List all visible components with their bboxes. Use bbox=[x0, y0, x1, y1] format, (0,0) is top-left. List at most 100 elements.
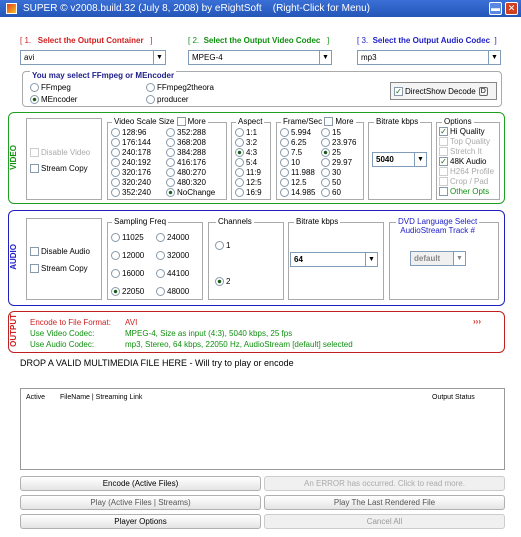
audio-stream-copy-checkbox[interactable]: Stream Copy bbox=[30, 264, 88, 274]
radio-icon bbox=[166, 158, 175, 168]
more-checkbox[interactable] bbox=[176, 117, 186, 127]
radio-option[interactable]: 24000 bbox=[156, 229, 189, 247]
audio-codec-select[interactable]: mp3 ▼ bbox=[357, 50, 501, 65]
producer-radio[interactable]: producer bbox=[146, 95, 189, 105]
cancel-all-button[interactable]: Cancel All bbox=[264, 514, 505, 529]
video-bitrate-select[interactable]: 5040 ▼ bbox=[372, 152, 427, 167]
error-button[interactable]: An ERROR has occurred. Click to read mor… bbox=[264, 476, 505, 491]
radio-option[interactable]: 48000 bbox=[156, 283, 189, 301]
option-checkbox[interactable]: Hi Quality bbox=[439, 127, 494, 137]
radio-option[interactable]: 11.988 bbox=[280, 168, 315, 178]
radio-option[interactable]: 16:9 bbox=[235, 188, 262, 198]
radio-option[interactable]: 25 bbox=[321, 148, 356, 158]
radio-option[interactable]: NoChange bbox=[166, 188, 215, 198]
radio-label: 12.5 bbox=[291, 178, 307, 187]
ffmpeg2theora-radio[interactable]: FFmpeg2theora bbox=[146, 83, 214, 93]
output-key: Use Video Codec: bbox=[30, 329, 95, 338]
container-select[interactable]: avi ▼ bbox=[20, 50, 166, 65]
disable-video-checkbox[interactable]: Disable Video bbox=[30, 148, 90, 158]
radio-option[interactable]: 12000 bbox=[111, 247, 144, 265]
radio-option[interactable]: 416:176 bbox=[166, 158, 215, 168]
encode-button[interactable]: Encode (Active Files) bbox=[20, 476, 261, 491]
radio-option[interactable]: 29.97 bbox=[321, 158, 356, 168]
radio-option[interactable]: 10 bbox=[280, 158, 315, 168]
radio-label: 320:240 bbox=[122, 178, 151, 187]
aspect-label: Aspect bbox=[236, 117, 265, 126]
option-checkbox[interactable]: H264 Profile bbox=[439, 167, 494, 177]
radio-icon bbox=[280, 188, 289, 198]
radio-icon bbox=[156, 233, 165, 243]
radio-option[interactable]: 30 bbox=[321, 168, 356, 178]
radio-option[interactable]: 5:4 bbox=[235, 158, 262, 168]
channel-2-radio[interactable]: 2 bbox=[215, 277, 230, 287]
radio-label: 11:9 bbox=[246, 168, 261, 177]
radio-option[interactable]: 11025 bbox=[111, 229, 144, 247]
option-checkbox[interactable]: Other Opts bbox=[439, 187, 494, 197]
radio-option[interactable]: 240:192 bbox=[111, 158, 151, 168]
radio-option[interactable]: 3:2 bbox=[235, 138, 262, 148]
radio-option[interactable]: 15 bbox=[321, 128, 356, 138]
channel-1-radio[interactable]: 1 bbox=[215, 241, 230, 251]
radio-option[interactable]: 320:176 bbox=[111, 168, 151, 178]
radio-option[interactable]: 1:1 bbox=[235, 128, 262, 138]
audio-stream-select[interactable]: default ▼ bbox=[410, 251, 466, 266]
video-codec-select[interactable]: MPEG-4 ▼ bbox=[188, 50, 332, 65]
radio-icon bbox=[166, 148, 175, 158]
radio-option[interactable]: 23.976 bbox=[321, 138, 356, 148]
play-last-button[interactable]: Play The Last Rendered File bbox=[264, 495, 505, 510]
audio-side-label: AUDIO bbox=[9, 244, 18, 270]
player-options-button[interactable]: Player Options bbox=[20, 514, 261, 529]
radio-option[interactable]: 60 bbox=[321, 188, 356, 198]
radio-option[interactable]: 368:208 bbox=[166, 138, 215, 148]
play-button[interactable]: Play (Active Files | Streams) bbox=[20, 495, 261, 510]
radio-option[interactable]: 320:240 bbox=[111, 178, 151, 188]
radio-label: 480:320 bbox=[177, 178, 206, 187]
audio-bitrate-select[interactable]: 64 ▼ bbox=[290, 252, 378, 267]
radio-option[interactable]: 12.5 bbox=[280, 178, 315, 188]
radio-label: 11.988 bbox=[291, 168, 315, 177]
radio-label: 480:270 bbox=[177, 168, 206, 177]
option-checkbox[interactable]: Crop / Pad bbox=[439, 177, 494, 187]
radio-option[interactable]: 480:320 bbox=[166, 178, 215, 188]
radio-label: 12:5 bbox=[246, 178, 262, 187]
radio-option[interactable]: 32000 bbox=[156, 247, 189, 265]
radio-option[interactable]: 4:3 bbox=[235, 148, 262, 158]
radio-option[interactable]: 44100 bbox=[156, 265, 189, 283]
minimize-icon[interactable]: ▬ bbox=[489, 2, 502, 15]
output-more-link[interactable]: ››› bbox=[473, 317, 481, 326]
radio-option[interactable]: 384:288 bbox=[166, 148, 215, 158]
video-scale-label: Video Scale Size More bbox=[112, 117, 208, 127]
radio-option[interactable]: 7.5 bbox=[280, 148, 315, 158]
close-icon[interactable]: ✕ bbox=[505, 2, 518, 15]
radio-option[interactable]: 480:270 bbox=[166, 168, 215, 178]
option-label: 48K Audio bbox=[450, 157, 487, 166]
radio-option[interactable]: 16000 bbox=[111, 265, 144, 283]
radio-option[interactable]: 128:96 bbox=[111, 128, 151, 138]
radio-option[interactable]: 240:178 bbox=[111, 148, 151, 158]
radio-option[interactable]: 176:144 bbox=[111, 138, 151, 148]
radio-option[interactable]: 11:9 bbox=[235, 168, 262, 178]
mencoder-radio[interactable]: MEncoder bbox=[30, 95, 77, 105]
radio-option[interactable]: 12:5 bbox=[235, 178, 262, 188]
radio-option[interactable]: 352:240 bbox=[111, 188, 151, 198]
video-stream-copy-checkbox[interactable]: Stream Copy bbox=[30, 164, 88, 174]
option-checkbox[interactable]: Stretch It bbox=[439, 147, 494, 157]
video-side-label: VIDEO bbox=[9, 145, 18, 170]
radio-icon bbox=[321, 168, 330, 178]
option-checkbox[interactable]: 48K Audio bbox=[439, 157, 494, 167]
directshow-decode-checkbox[interactable]: DirectShow DecodeD bbox=[390, 82, 497, 100]
radio-label: 16:9 bbox=[246, 188, 262, 197]
radio-option[interactable]: 50 bbox=[321, 178, 356, 188]
disable-audio-checkbox[interactable]: Disable Audio bbox=[30, 247, 90, 257]
ffmpeg-radio[interactable]: FFmpeg bbox=[30, 83, 71, 93]
more-checkbox[interactable] bbox=[324, 117, 334, 127]
radio-option[interactable]: 14.985 bbox=[280, 188, 315, 198]
radio-option[interactable]: 5.994 bbox=[280, 128, 315, 138]
option-checkbox[interactable]: Top Quality bbox=[439, 137, 494, 147]
radio-option[interactable]: 22050 bbox=[111, 283, 144, 301]
radio-icon bbox=[111, 287, 120, 297]
radio-label: 30 bbox=[332, 168, 341, 177]
radio-option[interactable]: 352:288 bbox=[166, 128, 215, 138]
output-summary: Encode to File Format: AVI Use Video Codec… bbox=[30, 317, 353, 350]
radio-option[interactable]: 6.25 bbox=[280, 138, 315, 148]
